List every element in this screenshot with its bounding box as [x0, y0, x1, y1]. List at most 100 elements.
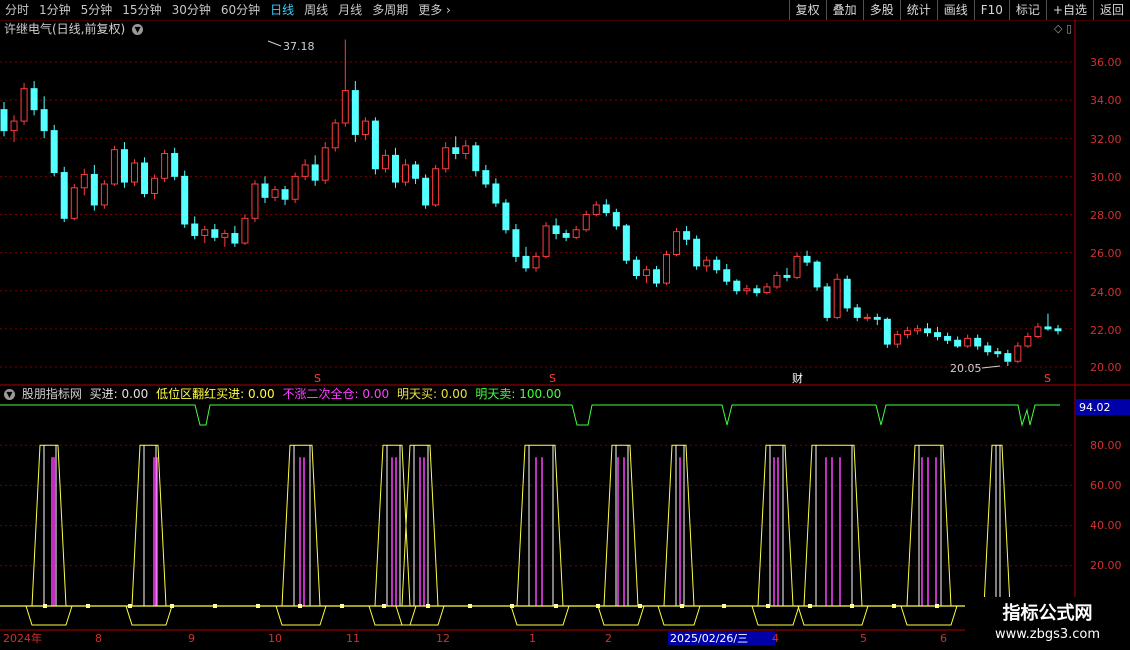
candle: [462, 140, 470, 160]
candle-body: [602, 204, 610, 214]
candle: [311, 155, 319, 186]
candle: [763, 283, 771, 295]
low-pointer: [981, 365, 1001, 369]
candle-body: [753, 288, 761, 294]
candle: [683, 225, 691, 245]
date-tick: 2024年: [3, 631, 42, 645]
candle: [422, 174, 430, 209]
pulse-floor: [125, 605, 173, 626]
candle-body: [964, 337, 972, 347]
pulse-floor: [751, 605, 800, 626]
candle-body: [0, 109, 8, 132]
candle: [803, 250, 811, 266]
candle-body: [843, 278, 851, 309]
price-tick: 24.00: [1090, 286, 1122, 299]
candle-body: [743, 288, 751, 292]
candle-body: [141, 162, 149, 195]
candle-body: [673, 231, 681, 256]
candle: [602, 199, 610, 217]
candle-body: [452, 147, 460, 154]
candle-body: [502, 202, 510, 231]
candle-body: [321, 147, 329, 181]
candle: [642, 265, 650, 284]
indicator-item-low-red: 低位区翻红买进: 0.00: [156, 387, 275, 401]
candle-body: [532, 255, 540, 269]
candle-body: [311, 164, 319, 181]
candle-body: [592, 204, 600, 215]
candle-body: [462, 145, 470, 154]
pulse-floor: [395, 605, 445, 626]
candle-body: [924, 328, 932, 334]
candle: [873, 313, 881, 326]
candle: [632, 256, 640, 280]
candle: [90, 164, 98, 211]
candle: [853, 304, 861, 322]
price-tick: 28.00: [1090, 209, 1122, 222]
candle-body: [793, 255, 801, 278]
candle-body: [361, 120, 369, 135]
candle: [502, 199, 510, 234]
maximize-icon[interactable]: ▯: [1066, 22, 1072, 35]
candle-body: [954, 339, 962, 347]
candle: [251, 180, 259, 223]
candle-body: [813, 261, 821, 288]
candle: [512, 224, 520, 263]
candle-body: [944, 335, 952, 341]
chevron-down-icon[interactable]: ▼: [4, 389, 15, 400]
pulse-floor: [368, 605, 417, 626]
price-tick: 22.00: [1090, 324, 1122, 337]
candle: [30, 81, 38, 116]
candle-body: [984, 345, 992, 353]
high-pointer: [267, 40, 282, 47]
chevron-down-icon[interactable]: ▼: [132, 24, 144, 35]
candle-body: [391, 154, 399, 183]
item-value: 0.00: [362, 387, 390, 401]
candle-body: [10, 120, 18, 132]
candle-body: [80, 173, 88, 189]
date-tick: 11: [346, 632, 360, 645]
candle: [100, 180, 108, 209]
price-tick: 20.00: [1090, 361, 1122, 374]
candle-body: [201, 229, 209, 236]
candle-body: [60, 172, 68, 219]
candle: [572, 225, 580, 240]
candle: [1014, 342, 1022, 364]
candle: [161, 149, 169, 183]
candle: [843, 275, 851, 312]
date-tick: 9: [188, 632, 195, 645]
candle: [552, 218, 560, 240]
candle: [60, 166, 68, 223]
candle: [622, 224, 630, 265]
candle: [130, 159, 138, 186]
price-tick: 32.00: [1090, 133, 1122, 146]
candle: [753, 285, 761, 297]
candle: [793, 252, 801, 280]
date-tick: 10: [268, 632, 282, 645]
candle-body: [703, 259, 711, 267]
candle: [381, 149, 389, 173]
candle-body: [181, 175, 189, 225]
candle-body: [803, 255, 811, 263]
pulse-floor: [510, 605, 570, 626]
candle: [813, 260, 821, 291]
candle-body: [1024, 335, 1032, 347]
date-tick: 4: [772, 632, 779, 645]
candle-body: [381, 154, 389, 170]
signal-pulse: [657, 444, 701, 626]
candle: [924, 323, 932, 337]
candle-body: [90, 173, 98, 206]
candle-body: [1014, 345, 1022, 362]
candle: [974, 334, 982, 350]
indicator-tick: 20.00: [1090, 559, 1122, 572]
kline-chart[interactable]: 37.18 20.05 S S 财 S 36.00 34.00 32.00 30…: [0, 0, 1130, 650]
candle-body: [934, 332, 942, 337]
signal-pulse: [25, 444, 73, 626]
diamond-icon[interactable]: ◇: [1054, 22, 1062, 35]
indicator-title-bar: ▼ 股朋指标网 买进: 0.00 低位区翻红买进: 0.00 不涨二次全仓: 0…: [4, 386, 561, 402]
candle-body: [120, 149, 128, 183]
candle-body: [853, 307, 861, 318]
candle: [673, 227, 681, 257]
indicator-tick: 60.00: [1090, 479, 1122, 492]
candle: [944, 332, 952, 345]
candle-body: [221, 233, 229, 238]
